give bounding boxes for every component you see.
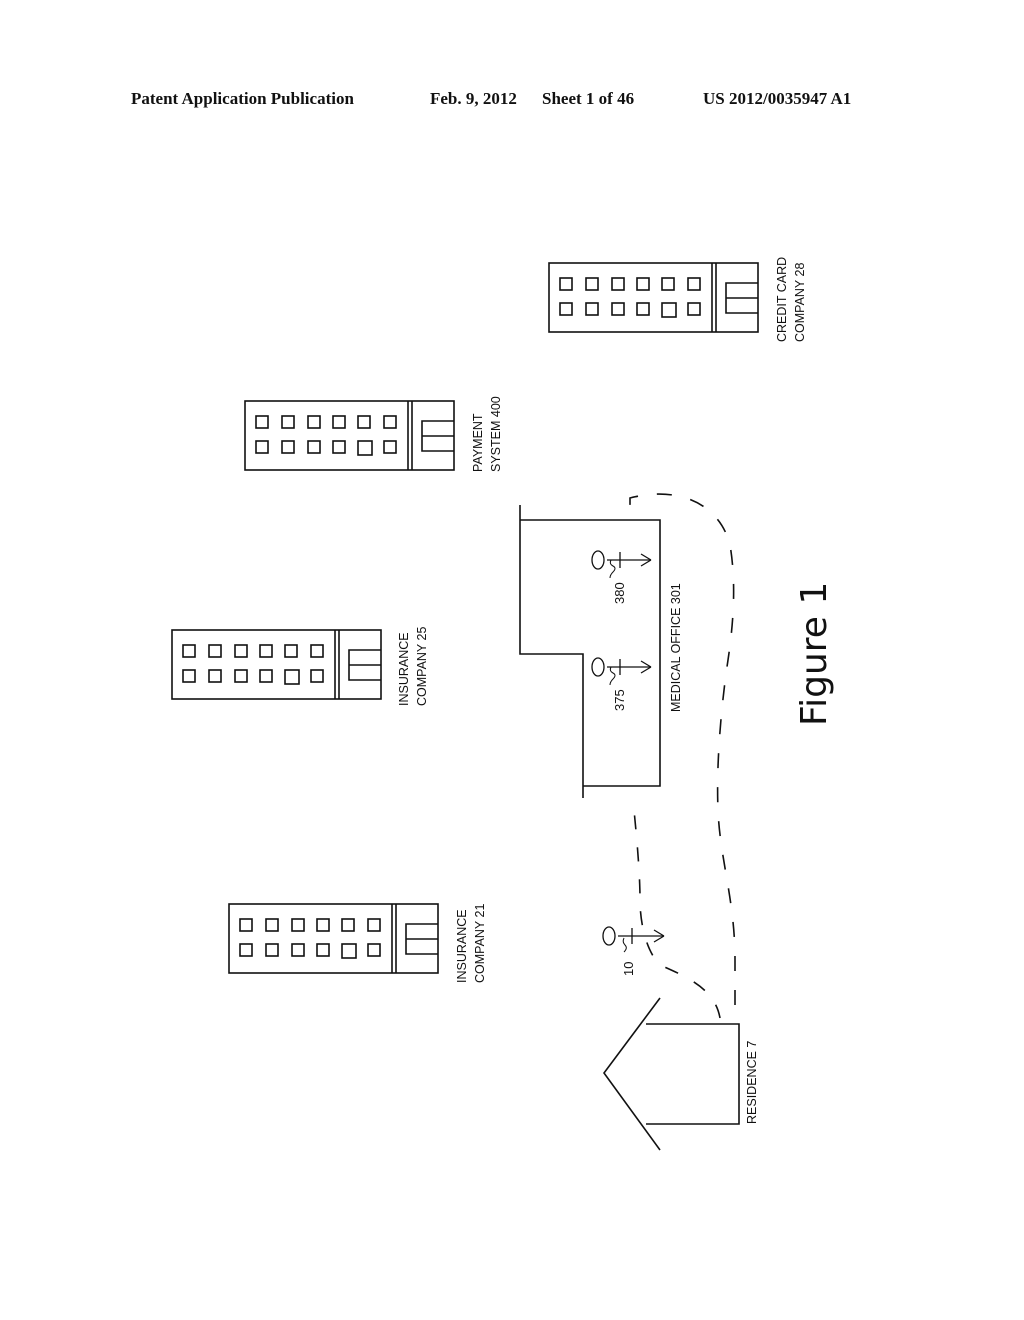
svg-text:PAYMENT: PAYMENT [471,413,485,472]
building-insurance-company-25 [171,629,382,700]
ref-10: 10 [621,962,636,976]
figure-1-diagram: CREDIT CARD COMPANY 28 PAYMENT SYSTEM 40… [171,257,835,1151]
building-insurance-company-21 [228,903,439,974]
medical-office-outline [519,505,661,798]
svg-text:COMPANY 21: COMPANY 21 [473,904,487,983]
ref-380: 380 [612,582,627,604]
path-residence-to-office-outer [629,493,736,1005]
person-375-figure [591,657,652,686]
building-payment-system [244,400,455,471]
label-insurance-company-21: INSURANCE COMPANY 21 [455,904,487,983]
label-payment-system: PAYMENT SYSTEM 400 [471,396,503,472]
person-10-figure [602,926,665,953]
svg-text:INSURANCE: INSURANCE [455,909,469,983]
svg-text:COMPANY 28: COMPANY 28 [793,263,807,342]
svg-text:CREDIT CARD: CREDIT CARD [775,257,789,342]
label-insurance-company-25: INSURANCE COMPANY 25 [397,627,429,706]
svg-text:INSURANCE: INSURANCE [397,632,411,706]
label-medical-office: MEDICAL OFFICE 301 [669,583,683,712]
residence-outline [603,997,740,1151]
svg-text:COMPANY 25: COMPANY 25 [415,627,429,706]
person-380-figure [591,550,652,579]
svg-text:SYSTEM 400: SYSTEM 400 [489,396,503,472]
figure-title: Figure 1 [794,582,835,726]
ref-375: 375 [612,689,627,711]
label-residence: RESIDENCE 7 [745,1041,759,1124]
path-residence-to-office-inner [632,799,721,1019]
label-credit-card-company: CREDIT CARD COMPANY 28 [775,257,807,342]
building-credit-card-company [548,262,759,333]
